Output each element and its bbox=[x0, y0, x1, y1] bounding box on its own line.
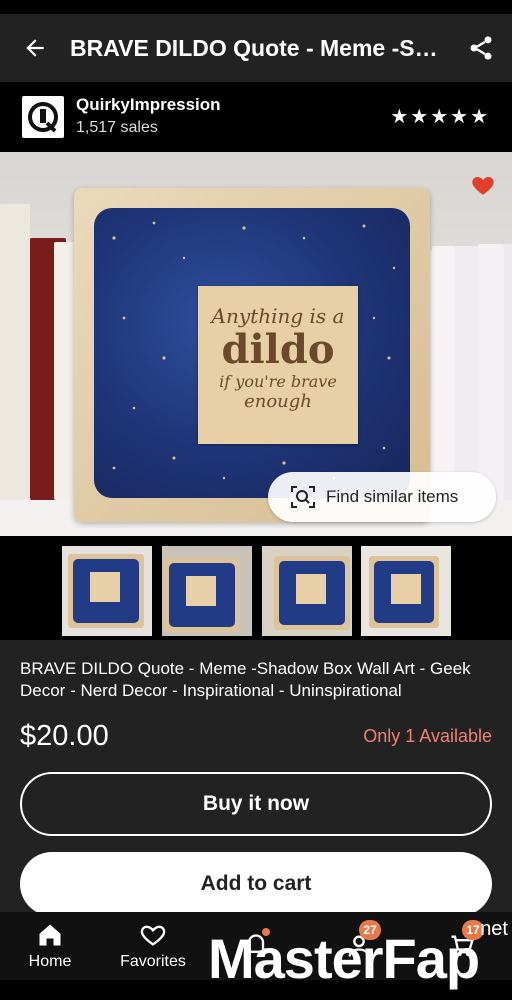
find-similar-label: Find similar items bbox=[326, 487, 459, 506]
star-icon: ★ bbox=[410, 106, 429, 128]
book-spine bbox=[454, 246, 478, 500]
plaque-line-1: Anything is a bbox=[211, 304, 345, 328]
cart-icon-wrap: 17 bbox=[448, 920, 484, 960]
tab-favorites-label: Favorites bbox=[120, 953, 186, 970]
status-bar bbox=[0, 0, 512, 14]
star-icon: ★ bbox=[470, 106, 488, 128]
plaque-line-4: enough bbox=[244, 391, 312, 412]
cart-badge: 17 bbox=[462, 920, 484, 940]
thumbnail-3[interactable] bbox=[262, 546, 352, 636]
shop-logo-icon bbox=[28, 102, 58, 133]
back-button[interactable] bbox=[0, 14, 70, 82]
updates-icon-wrap bbox=[242, 928, 270, 960]
star-icon: ★ bbox=[450, 106, 469, 128]
book-spine bbox=[504, 244, 512, 500]
quote-plaque: Anything is a dildo if you're brave enou… bbox=[198, 286, 358, 444]
thumbnail-4[interactable] bbox=[361, 546, 451, 636]
bottom-tab-bar: Home Favorites 27 17 bbox=[0, 912, 512, 980]
plaque-line-3: if you're brave bbox=[219, 372, 337, 391]
starry-background: Anything is a dildo if you're brave enou… bbox=[94, 208, 410, 498]
shop-sales-count: 1,517 sales bbox=[76, 119, 158, 136]
home-icon bbox=[39, 924, 61, 946]
product-main-image[interactable]: Anything is a dildo if you're brave enou… bbox=[0, 152, 512, 536]
book-spine bbox=[478, 244, 504, 500]
plaque-line-2: dildo bbox=[221, 326, 335, 373]
product-title[interactable]: BRAVE DILDO Quote - Meme -Shadow Box Wal… bbox=[20, 658, 498, 702]
top-app-bar: BRAVE DILDO Quote - Meme -Shadow Box Wal… bbox=[0, 14, 512, 82]
share-button[interactable] bbox=[450, 14, 512, 82]
thumbnail-strip bbox=[0, 536, 512, 640]
tab-cart[interactable]: 17 bbox=[412, 912, 512, 980]
messages-icon-wrap: 27 bbox=[345, 920, 381, 960]
share-icon bbox=[470, 36, 492, 60]
bell-icon bbox=[244, 934, 268, 953]
tab-updates[interactable] bbox=[206, 912, 306, 980]
product-details: BRAVE DILDO Quote - Meme -Shadow Box Wal… bbox=[0, 640, 512, 916]
thumbnail-1[interactable] bbox=[62, 546, 152, 636]
tab-favorites[interactable]: Favorites bbox=[103, 912, 203, 980]
availability-label: Only 1 Available bbox=[363, 726, 492, 746]
shop-logo[interactable] bbox=[22, 96, 64, 138]
tab-home[interactable]: Home bbox=[0, 912, 100, 980]
page-title: BRAVE DILDO Quote - Meme -Shadow Box Wal… bbox=[70, 34, 450, 61]
find-similar-button[interactable]: Find similar items bbox=[268, 472, 496, 522]
shop-rating: ★ ★ ★ ★ ★ bbox=[390, 107, 488, 127]
book-spine bbox=[0, 204, 30, 504]
shop-name[interactable]: QuirkyImpression bbox=[76, 94, 390, 116]
buy-it-now-button[interactable]: Buy it now bbox=[20, 772, 492, 836]
thumbnail-2[interactable] bbox=[162, 546, 252, 636]
updates-badge: 27 bbox=[359, 920, 381, 940]
heart-icon bbox=[472, 176, 494, 195]
star-icon: ★ bbox=[430, 106, 449, 128]
favorite-heart-button[interactable] bbox=[470, 172, 496, 198]
notification-dot bbox=[262, 928, 270, 936]
heart-outline-icon bbox=[140, 925, 166, 946]
visual-search-icon bbox=[288, 482, 318, 512]
system-nav-strip bbox=[0, 980, 512, 1000]
star-icon: ★ bbox=[390, 106, 409, 128]
shop-header[interactable]: QuirkyImpression 1,517 sales ★ ★ ★ ★ ★ bbox=[0, 82, 512, 152]
product-price: $20.00 bbox=[20, 720, 109, 752]
arrow-left-icon bbox=[26, 39, 44, 57]
book-spine bbox=[432, 246, 454, 500]
add-to-cart-button[interactable]: Add to cart bbox=[20, 852, 492, 916]
tab-home-label: Home bbox=[28, 953, 72, 970]
tab-messages[interactable]: 27 bbox=[309, 912, 409, 980]
